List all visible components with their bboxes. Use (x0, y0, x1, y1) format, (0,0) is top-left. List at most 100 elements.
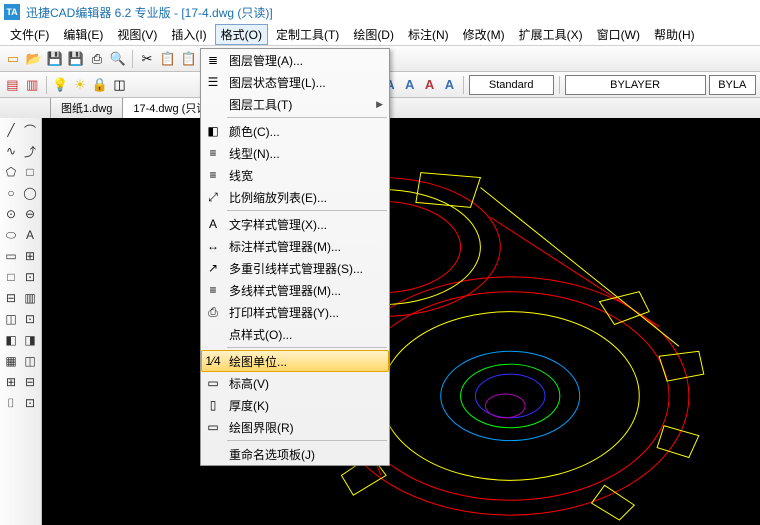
draw-tool-button[interactable]: ◨ (21, 330, 39, 350)
print-icon[interactable]: ⎙ (88, 50, 106, 68)
separator (559, 76, 560, 94)
menu-item[interactable]: 修改(M) (457, 24, 511, 45)
saveall-icon[interactable]: 💾 (67, 50, 85, 68)
draw-tool-button[interactable]: ⊙ (2, 204, 20, 224)
menu-item[interactable]: 绘图(D) (347, 24, 400, 45)
draw-tool-button[interactable]: ⬭ (2, 225, 20, 245)
text-a4-icon[interactable]: A (441, 76, 458, 94)
format-menu-dropdown[interactable]: ≣图层管理(A)...☰图层状态管理(L)...图层工具(T)▶ ◧颜色(C)..… (200, 48, 390, 466)
menu-item[interactable]: 文件(F) (4, 24, 55, 45)
menu-item[interactable]: 扩展工具(X) (513, 24, 589, 45)
text-a3-icon[interactable]: A (421, 76, 438, 94)
menu-entry[interactable]: 重命名选项板(J) (201, 443, 389, 465)
layer-a-icon[interactable]: ▤ (4, 76, 21, 94)
menu-divider (227, 117, 387, 118)
open-icon[interactable]: 📂 (25, 50, 43, 68)
menu-entry[interactable]: ☰图层状态管理(L)... (201, 71, 389, 93)
drawing-canvas[interactable] (42, 118, 760, 525)
preview-icon[interactable]: 🔍 (109, 50, 127, 68)
draw-tool-button[interactable]: ⊡ (21, 393, 39, 413)
layer-b-icon[interactable]: ▥ (24, 76, 41, 94)
sun-icon[interactable]: ☀ (71, 76, 88, 94)
layer-tools-icon (203, 95, 223, 113)
menu-bar[interactable]: 文件(F)编辑(E)视图(V)插入(I)格式(O)定制工具(T)绘图(D)标注(… (0, 24, 760, 46)
color-icon: ◧ (203, 122, 223, 140)
cut-icon[interactable]: ✂ (138, 50, 156, 68)
lock-icon[interactable]: 🔒 (91, 76, 108, 94)
menu-entry[interactable]: 点样式(O)... (201, 323, 389, 345)
draw-tool-button[interactable]: ⌷ (2, 393, 20, 413)
menu-entry[interactable]: ▭ 标高(V) (201, 372, 389, 394)
draw-tool-button[interactable]: ⊖ (21, 204, 39, 224)
draw-tool-button[interactable]: ◧ (2, 330, 20, 350)
draw-tool-button[interactable]: A (21, 225, 39, 245)
draw-tool-button[interactable]: ▦ (2, 351, 20, 371)
draw-tool-button[interactable]: ⤴ (21, 141, 39, 161)
new-icon[interactable]: ▭ (4, 50, 22, 68)
menu-item[interactable]: 插入(I) (165, 24, 212, 45)
draw-tool-button[interactable]: ▥ (21, 288, 39, 308)
text-a2-icon[interactable]: A (401, 76, 418, 94)
menu-entry[interactable]: 1⁄4绘图单位... (201, 350, 389, 372)
text-style-combo[interactable]: Standard (469, 75, 554, 95)
menu-entry[interactable]: ≡多线样式管理器(M)... (201, 279, 389, 301)
separator (46, 76, 47, 94)
cad-wireframe (42, 118, 760, 525)
menu-entry[interactable]: A文字样式管理(X)... (201, 213, 389, 235)
menu-entry[interactable]: ↔ 标注样式管理器(M)... (201, 235, 389, 257)
menu-item[interactable]: 标注(N) (402, 24, 455, 45)
menu-entry[interactable]: ↗多重引线样式管理器(S)... (201, 257, 389, 279)
menu-item[interactable]: 窗口(W) (591, 24, 646, 45)
elevation-icon: ▭ (203, 374, 223, 392)
draw-tool-button[interactable]: ⊟ (21, 372, 39, 392)
menu-entry-label: 标高(V) (229, 375, 269, 392)
draw-tool-button[interactable]: ⊡ (21, 267, 39, 287)
limits-icon: ▭ (203, 418, 223, 436)
draw-tool-button[interactable]: ∿ (2, 141, 20, 161)
draw-tool-button[interactable]: ⬠ (2, 162, 20, 182)
menu-entry[interactable]: ◧颜色(C)... (201, 120, 389, 142)
document-tab[interactable]: 图纸1.dwg (50, 96, 123, 119)
paste-icon[interactable]: 📋 (180, 50, 198, 68)
menu-entry[interactable]: ≣图层管理(A)... (201, 49, 389, 71)
dim-style-icon: ↔ (203, 237, 223, 255)
draw-tool-button[interactable]: □ (21, 162, 39, 182)
menu-entry-label: 标注样式管理器(M)... (229, 238, 341, 255)
draw-tool-button[interactable]: □ (2, 267, 20, 287)
menu-item[interactable]: 帮助(H) (648, 24, 701, 45)
draw-tool-button[interactable]: ⊞ (21, 246, 39, 266)
menu-item[interactable]: 格式(O) (215, 24, 268, 45)
draw-tool-button[interactable]: ○ (2, 183, 20, 203)
menu-entry[interactable]: ▭绘图界限(R) (201, 416, 389, 438)
save-icon[interactable]: 💾 (46, 50, 64, 68)
draw-tool-button[interactable]: ◫ (21, 351, 39, 371)
menu-item[interactable]: 定制工具(T) (270, 24, 345, 45)
draw-tool-button[interactable]: ⌒ (21, 120, 39, 140)
draw-tool-button[interactable]: ⊟ (2, 288, 20, 308)
title-bar: TA 迅捷CAD编辑器 6.2 专业版 - [17-4.dwg (只读)] (0, 0, 760, 24)
menu-entry[interactable]: ≡线宽 (201, 164, 389, 186)
bylayer-combo-2[interactable]: BYLA (709, 75, 756, 95)
menu-entry-label: 文字样式管理(X)... (229, 216, 327, 233)
bylayer-combo-1[interactable]: BYLAYER (565, 75, 706, 95)
draw-tool-button[interactable]: ◯ (21, 183, 39, 203)
draw-tool-button[interactable]: ⊞ (2, 372, 20, 392)
color-swatch-icon[interactable]: ◫ (111, 76, 128, 94)
draw-tool-button[interactable]: ◫ (2, 309, 20, 329)
menu-item[interactable]: 视图(V) (111, 24, 163, 45)
layer-state-icon: ☰ (203, 73, 223, 91)
menu-entry-label: 比例缩放列表(E)... (229, 189, 327, 206)
menu-entry[interactable]: ▯厚度(K) (201, 394, 389, 416)
window-title: 迅捷CAD编辑器 6.2 专业版 - [17-4.dwg (只读)] (26, 4, 273, 21)
menu-entry[interactable]: ⎙打印样式管理器(Y)... (201, 301, 389, 323)
draw-tool-button[interactable]: ╱ (2, 120, 20, 140)
draw-tool-palette[interactable]: ╱⌒∿⤴⬠□○◯⊙⊖⬭A▭⊞□⊡⊟▥◫⊡◧◨▦◫⊞⊟⌷⊡ (0, 118, 42, 525)
copy-icon[interactable]: 📋 (159, 50, 177, 68)
draw-tool-button[interactable]: ⊡ (21, 309, 39, 329)
menu-entry[interactable]: ≡线型(N)... (201, 142, 389, 164)
menu-entry[interactable]: ⤢比例缩放列表(E)... (201, 186, 389, 208)
menu-entry[interactable]: 图层工具(T)▶ (201, 93, 389, 115)
bulb-icon[interactable]: 💡 (52, 76, 69, 94)
draw-tool-button[interactable]: ▭ (2, 246, 20, 266)
menu-item[interactable]: 编辑(E) (57, 24, 109, 45)
